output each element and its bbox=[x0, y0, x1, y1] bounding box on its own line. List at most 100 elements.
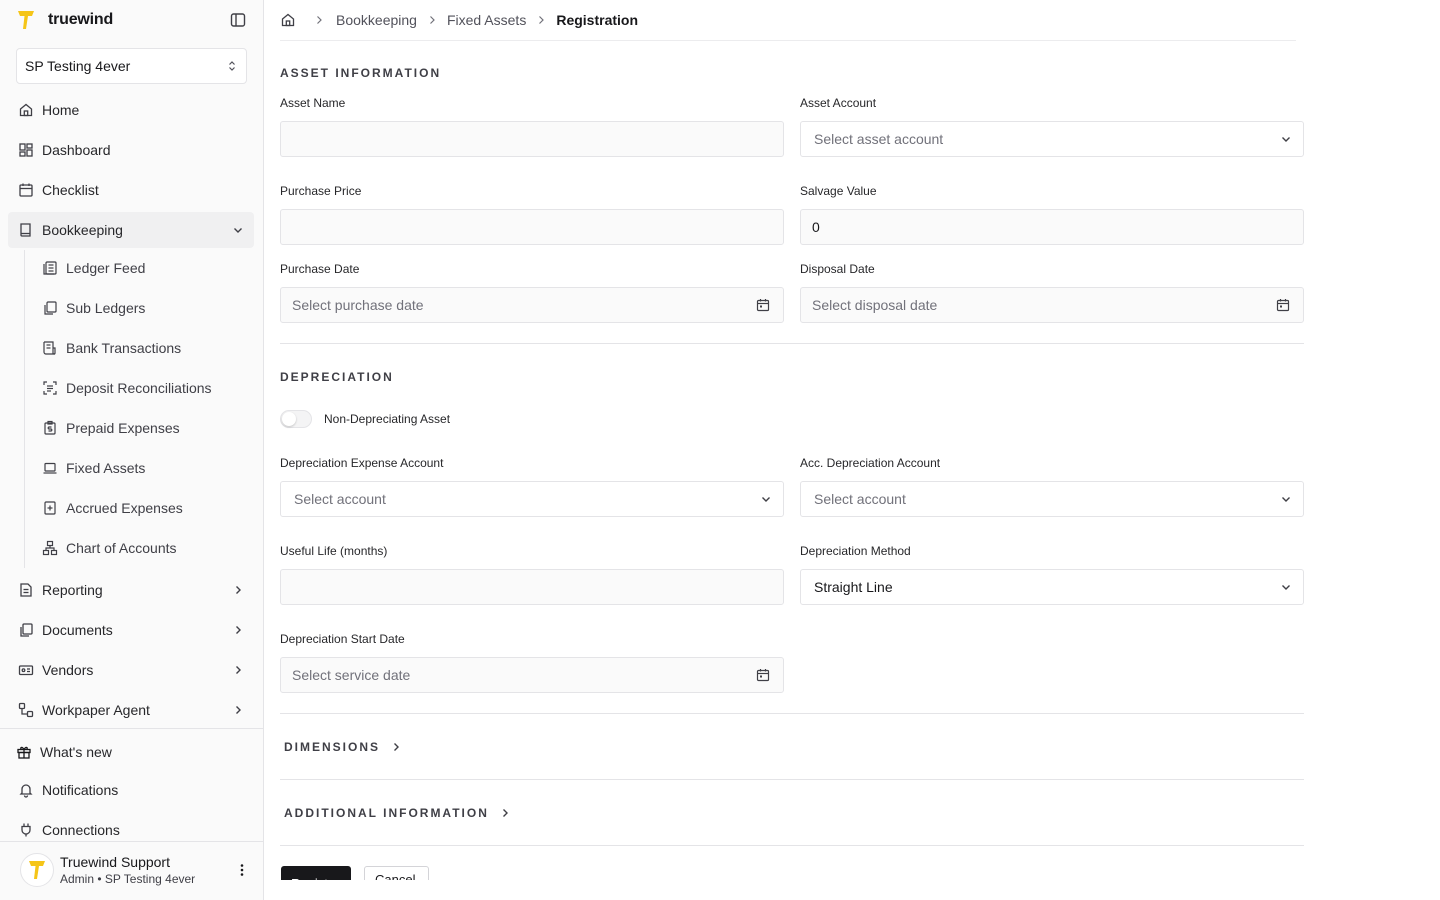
sidebar-item-notifications[interactable]: Notifications bbox=[8, 772, 254, 808]
sidebar-item-sub-ledgers[interactable]: Sub Ledgers bbox=[34, 290, 244, 326]
chevron-right-icon bbox=[536, 15, 546, 25]
sidebar-item-deposit-reconciliations[interactable]: Deposit Reconciliations bbox=[34, 370, 244, 406]
dimensions-title: DIMENSIONS bbox=[284, 740, 381, 754]
sidebar-item-label: Fixed Assets bbox=[66, 460, 146, 476]
asset-account-select[interactable]: Select asset account bbox=[800, 121, 1304, 157]
sidebar-item-label: Notifications bbox=[42, 782, 119, 798]
book-icon bbox=[18, 222, 34, 238]
home-icon bbox=[18, 102, 34, 118]
form-actions: Register Cancel bbox=[280, 866, 480, 880]
breadcrumb: Bookkeeping Fixed Assets Registration bbox=[280, 10, 638, 30]
sidebar-item-prepaid-expenses[interactable]: Prepaid Expenses bbox=[34, 410, 244, 446]
asset-name-input[interactable] bbox=[280, 121, 784, 157]
purchase-date-input[interactable]: Select purchase date bbox=[280, 287, 784, 323]
documents-icon bbox=[18, 622, 34, 638]
sidebar-item-label: Vendors bbox=[42, 662, 94, 678]
truewind-logo-icon[interactable] bbox=[16, 9, 36, 31]
additional-information-section-toggle[interactable]: ADDITIONAL INFORMATION bbox=[284, 806, 511, 820]
gift-icon bbox=[16, 744, 32, 760]
user-role: Admin • SP Testing 4ever bbox=[60, 872, 196, 886]
dashboard-icon bbox=[18, 142, 34, 158]
acc-depreciation-account-placeholder: Select account bbox=[814, 491, 906, 507]
sidebar-item-workpaper-agent[interactable]: Workpaper Agent bbox=[8, 692, 254, 728]
disposal-date-placeholder: Select disposal date bbox=[812, 297, 938, 313]
brand: truewind bbox=[16, 8, 247, 32]
sidebar-item-bookkeeping[interactable]: Bookkeeping bbox=[8, 212, 254, 248]
breadcrumb-fixed-assets[interactable]: Fixed Assets bbox=[447, 12, 526, 28]
chevron-down-icon bbox=[760, 493, 772, 505]
disposal-date-input[interactable]: Select disposal date bbox=[800, 287, 1304, 323]
additional-information-title: ADDITIONAL INFORMATION bbox=[284, 806, 489, 820]
depreciation-start-date-input[interactable]: Select service date bbox=[280, 657, 784, 693]
depreciation-expense-account-select[interactable]: Select account bbox=[280, 481, 784, 517]
breadcrumb-bookkeeping[interactable]: Bookkeeping bbox=[336, 12, 417, 28]
depreciation-expense-account-label: Depreciation Expense Account bbox=[280, 456, 444, 470]
sidebar-item-label: Bank Transactions bbox=[66, 340, 182, 356]
register-button[interactable]: Register bbox=[281, 866, 351, 880]
sidebar-item-chart-of-accounts[interactable]: Chart of Accounts bbox=[34, 530, 244, 566]
scan-lines-icon bbox=[42, 380, 58, 396]
calendar-icon[interactable] bbox=[756, 298, 770, 312]
sidebar-item-fixed-assets[interactable]: Fixed Assets bbox=[34, 450, 244, 486]
network-icon bbox=[42, 540, 58, 556]
useful-life-label: Useful Life (months) bbox=[280, 544, 388, 558]
salvage-value-input[interactable]: 0 bbox=[800, 209, 1304, 245]
ledger-icon bbox=[42, 260, 58, 276]
more-vertical-icon[interactable] bbox=[234, 862, 250, 878]
sidebar-item-label: Ledger Feed bbox=[66, 260, 146, 276]
calendar-icon[interactable] bbox=[756, 668, 770, 682]
depreciation-method-select[interactable]: Straight Line bbox=[800, 569, 1304, 605]
sidebar-item-label: Documents bbox=[42, 622, 113, 638]
sidebar-item-vendors[interactable]: Vendors bbox=[8, 652, 254, 688]
sidebar: truewind SP Testing 4ever Home Dashboard… bbox=[0, 0, 264, 900]
id-card-icon bbox=[18, 662, 34, 678]
asset-name-label: Asset Name bbox=[280, 96, 346, 110]
sidebar-item-label: Connections bbox=[42, 822, 120, 838]
sidebar-divider bbox=[0, 841, 263, 842]
chevron-down-icon bbox=[1280, 133, 1292, 145]
section-title-depreciation: DEPRECIATION bbox=[280, 370, 394, 384]
section-divider bbox=[280, 713, 1304, 714]
sidebar-item-ledger-feed[interactable]: Ledger Feed bbox=[34, 250, 244, 286]
section-divider bbox=[280, 779, 1304, 780]
asset-account-placeholder: Select asset account bbox=[814, 131, 944, 147]
chevron-right-icon bbox=[499, 807, 511, 819]
main-content: Bookkeeping Fixed Assets Registration AS… bbox=[264, 0, 1440, 900]
calendar-icon[interactable] bbox=[1276, 298, 1290, 312]
section-title-asset-information: ASSET INFORMATION bbox=[280, 66, 442, 80]
sidebar-item-label: What's new bbox=[40, 744, 112, 760]
chevron-right-icon bbox=[427, 15, 437, 25]
sidebar-toggle-icon[interactable] bbox=[229, 11, 247, 29]
non-depreciating-toggle[interactable] bbox=[280, 410, 312, 428]
sidebar-item-label: Dashboard bbox=[42, 142, 111, 158]
brand-name: truewind bbox=[48, 11, 114, 28]
sidebar-item-label: Deposit Reconciliations bbox=[66, 380, 212, 396]
sidebar-item-home[interactable]: Home bbox=[8, 92, 254, 128]
purchase-price-input[interactable] bbox=[280, 209, 784, 245]
acc-depreciation-account-select[interactable]: Select account bbox=[800, 481, 1304, 517]
sidebar-item-accrued-expenses[interactable]: Accrued Expenses bbox=[34, 490, 244, 526]
sidebar-item-dashboard[interactable]: Dashboard bbox=[8, 132, 254, 168]
user-profile[interactable]: Truewind Support Admin • SP Testing 4eve… bbox=[20, 852, 250, 888]
sidebar-item-whats-new[interactable]: What's new bbox=[8, 734, 254, 770]
organization-select[interactable]: SP Testing 4ever bbox=[16, 48, 247, 84]
sidebar-item-bank-transactions[interactable]: Bank Transactions bbox=[34, 330, 244, 366]
asset-account-label: Asset Account bbox=[800, 96, 877, 110]
chevron-right-icon bbox=[390, 741, 402, 753]
salvage-value-label: Salvage Value bbox=[800, 184, 877, 198]
sidebar-item-documents[interactable]: Documents bbox=[8, 612, 254, 648]
cancel-button[interactable]: Cancel bbox=[364, 866, 429, 880]
workflow-icon bbox=[18, 702, 34, 718]
chevron-down-icon bbox=[1280, 581, 1292, 593]
home-icon[interactable] bbox=[280, 12, 296, 28]
user-info: Truewind Support Admin • SP Testing 4eve… bbox=[60, 854, 195, 886]
sidebar-item-connections[interactable]: Connections bbox=[8, 812, 254, 848]
dimensions-section-toggle[interactable]: DIMENSIONS bbox=[284, 740, 402, 754]
plug-icon bbox=[18, 822, 34, 838]
sidebar-item-checklist[interactable]: Checklist bbox=[8, 172, 254, 208]
sidebar-item-reporting[interactable]: Reporting bbox=[8, 572, 254, 608]
depreciation-start-date-placeholder: Select service date bbox=[292, 667, 411, 683]
file-text-icon bbox=[18, 582, 34, 598]
useful-life-input[interactable] bbox=[280, 569, 784, 605]
sidebar-divider bbox=[0, 728, 263, 729]
